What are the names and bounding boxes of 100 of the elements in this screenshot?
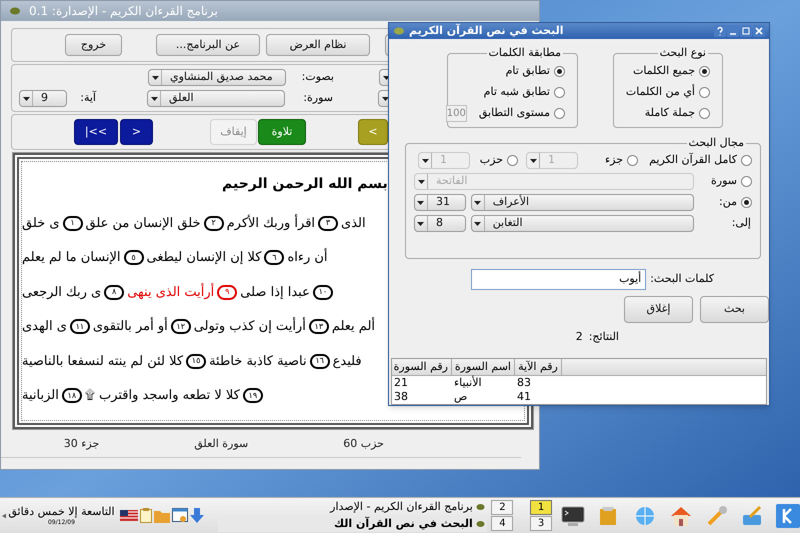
table-cell-text: 41	[516, 388, 532, 405]
radio-label: سورة	[711, 173, 737, 190]
dropdown[interactable]: 8	[414, 215, 466, 232]
dropdown[interactable]: 31	[414, 194, 466, 211]
radio-button[interactable]	[699, 108, 710, 118]
verse-text: ى خلق	[22, 214, 60, 232]
verse-text: أو أمر بالتقوى	[92, 317, 168, 336]
radio-button[interactable]	[699, 66, 710, 76]
window-title: برنامج القرءان الكريم - الإصدارة: 0.1	[29, 3, 218, 20]
folder-icon	[154, 508, 170, 522]
radio-label: تطابق شبه تام	[484, 84, 550, 100]
radio-button[interactable]	[699, 86, 710, 98]
column-header[interactable]: رقم السورة	[392, 359, 452, 375]
search-field[interactable]: أيوب	[471, 268, 646, 290]
leaf-icon	[9, 6, 21, 16]
verse-text: كلا لئن لم ينته لنسفعا بالناصية	[22, 352, 184, 370]
field-label: كلمات البحث:	[650, 270, 714, 287]
push-button[interactable]: عن البرنامج...	[156, 34, 260, 56]
table-cell-text: 38	[393, 388, 409, 405]
desktop-pager-button[interactable]: 4	[491, 516, 514, 531]
clock-time: التاسعة إلا خمس دقائق	[8, 504, 115, 518]
group-title: مطابقة الكلمات	[486, 46, 563, 60]
ayah-number-marker: ١٠	[312, 284, 333, 300]
caret-icon	[418, 180, 424, 184]
table-cell-text: 21	[393, 374, 409, 391]
dropdown[interactable]: العلق	[147, 90, 285, 107]
caret-icon	[152, 76, 158, 80]
radio-label: مستوى التطابق	[478, 104, 550, 121]
ayah-number-marker: ٣	[318, 216, 338, 231]
playback-button[interactable]: >	[120, 119, 153, 145]
ayah-number-marker: ٥	[124, 250, 144, 266]
clipboard-icon	[140, 508, 152, 523]
leaf-icon	[393, 26, 405, 36]
dropdown[interactable]: التغابن	[470, 215, 694, 232]
task-button[interactable]: برنامج القرءان الكريم - الإصدار	[218, 499, 487, 515]
radio-button[interactable]	[741, 176, 752, 187]
field-label: سورة:	[302, 90, 333, 106]
table-cell-text: 83	[516, 374, 532, 391]
playback-button[interactable]: |<<	[74, 119, 118, 145]
window-icon	[172, 508, 188, 523]
radio-button[interactable]	[741, 155, 752, 166]
task-button[interactable]: البحث في نص القرآن الك	[218, 516, 487, 532]
k-menu-icon[interactable]	[776, 504, 800, 528]
dropdown[interactable]: الأعراف	[470, 194, 694, 211]
column-header[interactable]: اسم السورة	[452, 359, 515, 375]
ayah-number-marker: ١٦	[310, 354, 330, 369]
radio-label: أي من الكلمات	[626, 84, 695, 100]
caret-icon	[382, 96, 388, 100]
radio-button[interactable]	[554, 108, 565, 118]
push-button[interactable]: خروج	[65, 34, 122, 56]
maximize-icon[interactable]	[740, 25, 752, 37]
push-button[interactable]: إغلاق	[624, 296, 693, 322]
column-header[interactable]: رقم الآية	[515, 359, 562, 375]
verse-text: كلا لا تطعه واسجد واقترب ۩	[84, 387, 240, 405]
dropdown[interactable]: 9	[19, 90, 67, 107]
ayah-number-marker: ٩	[217, 284, 238, 300]
verse-text: فليدع	[332, 352, 362, 370]
status-text: حزب 60	[343, 436, 384, 452]
close-icon[interactable]	[753, 25, 765, 37]
dropdown[interactable]: محمد صديق المنشاوي	[148, 69, 286, 86]
radio-label: من:	[719, 194, 737, 210]
group-title: مجال البحث	[686, 136, 746, 150]
ayah-number-marker: ٦	[264, 250, 284, 266]
desktop-pager-button[interactable]: 2	[491, 500, 514, 515]
ayah-number-marker: ١٣	[308, 319, 329, 334]
ayah-number-marker: ١٢	[170, 319, 191, 334]
desktop-pager-button[interactable]: 3	[530, 516, 552, 531]
radio-label: جميع الكلمات	[632, 62, 695, 79]
radio-button[interactable]	[507, 155, 518, 166]
help-icon[interactable]	[714, 25, 726, 37]
playback-button[interactable]: تلاوة	[258, 119, 306, 145]
verse-text: أرأيت إن كذب وتولى	[194, 317, 306, 336]
verse-text: ى ربك الرجعى	[22, 284, 102, 302]
verse-text: الزبانية	[22, 387, 59, 405]
caret-icon	[474, 200, 482, 204]
results-label: النتائج:	[588, 328, 619, 345]
minimize-icon[interactable]	[727, 25, 739, 37]
radio-button[interactable]	[627, 155, 638, 166]
radio-button[interactable]	[741, 197, 752, 208]
left-arrow-icon[interactable]	[2, 512, 6, 518]
verse-text: أن رءاه	[287, 248, 328, 267]
radio-button[interactable]	[554, 86, 565, 98]
caret-icon	[150, 96, 158, 100]
verse-text: اقرأ وربك الأكرم	[226, 214, 316, 232]
ayah-number-marker: ١	[62, 216, 82, 231]
field-label: إلى:	[730, 215, 752, 232]
status-text: سورة العلق	[194, 436, 248, 452]
ayah-number-marker: ٨	[104, 284, 124, 300]
radio-button[interactable]	[554, 66, 565, 76]
verse-text: الذى	[341, 214, 366, 232]
push-button[interactable]: بحث	[700, 296, 769, 322]
caret-icon	[22, 96, 30, 100]
verse-text: أرأيت الذى ينهى	[127, 282, 214, 302]
desktop-pager-button[interactable]: 1	[530, 500, 552, 515]
push-button[interactable]: نظام العرض	[266, 34, 370, 56]
radio-label: حزب	[480, 152, 503, 168]
field-label: آية:	[79, 90, 96, 106]
radio-label: تطابق تام	[506, 62, 550, 79]
radio-label: جزء	[604, 152, 623, 168]
caret-icon	[474, 222, 482, 226]
